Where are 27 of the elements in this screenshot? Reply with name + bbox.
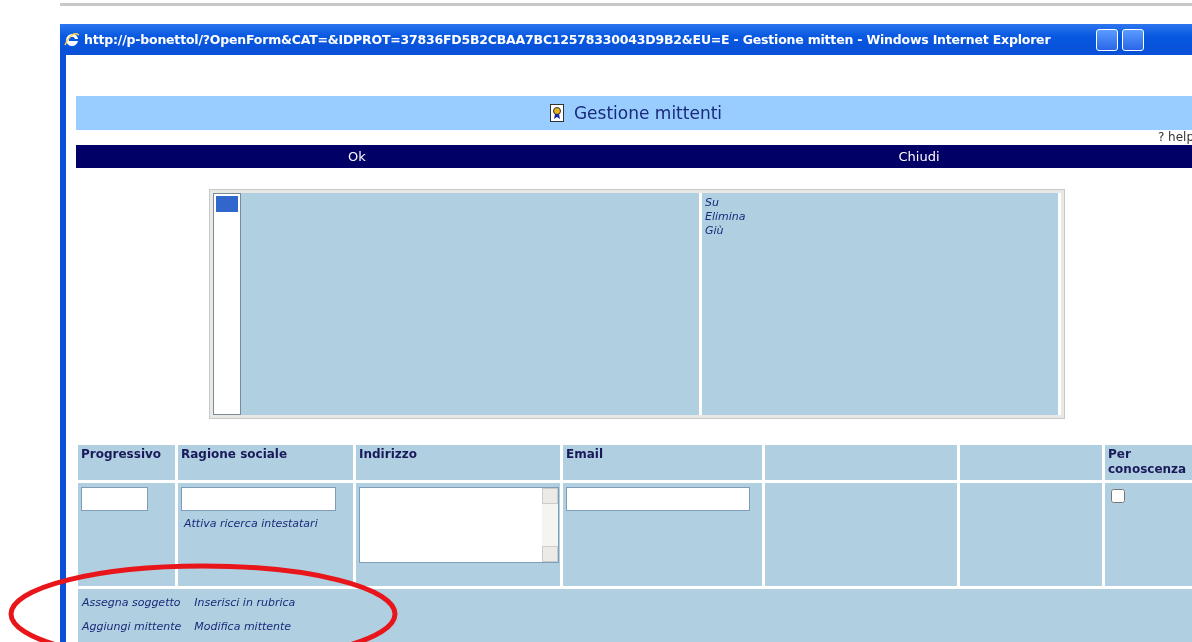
column-label: Ragione sociale (181, 447, 289, 462)
column-label: Progressivo (81, 447, 163, 462)
list-box[interactable] (213, 193, 241, 415)
maximize-button[interactable] (1122, 28, 1145, 51)
minimize-button[interactable] (1096, 28, 1119, 51)
action-link[interactable]: Elimina (705, 210, 1055, 224)
nav-link[interactable]: Chiudi (638, 145, 1192, 168)
address-field[interactable] (359, 487, 559, 563)
page-title: Gestione mittenti (573, 103, 723, 123)
footer-link[interactable]: Aggiungi mittente (82, 620, 182, 637)
text-field[interactable] (566, 487, 750, 511)
footer-link[interactable]: Modifica mittente (194, 620, 296, 637)
action-link[interactable]: Su (705, 196, 1055, 210)
footer-link[interactable]: Inserisci in rubrica (194, 596, 296, 613)
text-field[interactable] (181, 487, 336, 511)
window-title: http://p-bonettol/?OpenForm&CAT=&IDPROT=37836FD5B2CBAA7BC12578330043D9B2&EU=E - Gestione mitten - Windows Internet Explorer (84, 32, 1051, 47)
action-link[interactable]: Giù (705, 224, 1055, 238)
checkbox[interactable] (1111, 489, 1125, 503)
footer-link[interactable]: Assegna soggetto (82, 596, 182, 613)
text-field[interactable] (81, 487, 148, 511)
document-icon (549, 104, 564, 122)
column-label: Email (566, 447, 605, 462)
nav-link[interactable]: Ok (76, 145, 638, 168)
column-label: Per conoscenza (1108, 447, 1188, 477)
browser-icon (64, 31, 80, 48)
column-label: Indirizzo (359, 447, 418, 462)
search-link[interactable]: Attiva ricerca intestatari (184, 517, 350, 530)
